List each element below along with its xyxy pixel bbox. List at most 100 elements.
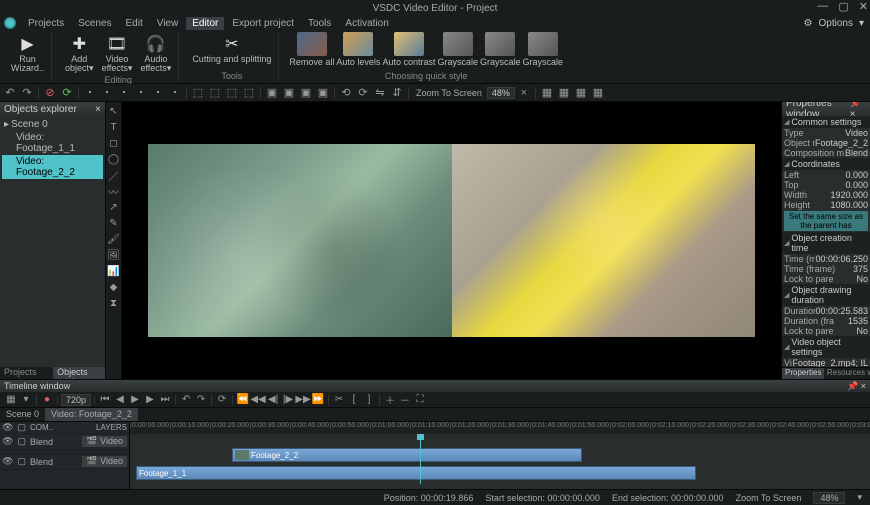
brush-tool-icon[interactable]: 🖌 (106, 232, 121, 246)
cancel-icon[interactable]: ⊘ (42, 86, 58, 100)
circle-tool-icon[interactable]: ◯ (106, 152, 121, 166)
gear-icon[interactable]: ⚙ (804, 18, 813, 29)
zoom-dropdown-icon[interactable]: ▾ (857, 492, 862, 503)
align-top-icon[interactable]: ⬝ (133, 86, 149, 100)
split-tool-icon[interactable]: ✂ (332, 394, 346, 406)
audio-effects-button[interactable]: 🎧 Audio effects▾ (137, 32, 174, 75)
style-auto-contrast[interactable]: Auto contrast (382, 32, 435, 67)
section-common[interactable]: Common settings (782, 116, 870, 128)
align-center-icon[interactable]: ⬝ (99, 86, 115, 100)
style-grayscale-3[interactable]: Grayscale (523, 32, 564, 67)
marker-tool-icon[interactable]: ◆ (106, 280, 121, 294)
goto-start-icon[interactable]: ⏮ (98, 394, 112, 406)
grid-icon[interactable]: ▦ (539, 86, 555, 100)
tool-x-icon[interactable]: ▦ (590, 86, 606, 100)
guides-icon[interactable]: ▦ (556, 86, 572, 100)
zoom-fit-icon[interactable]: ⛶ (413, 394, 427, 406)
chart-tool-icon[interactable]: 📊 (106, 264, 121, 278)
add-object-button[interactable]: ✚ Add object▾ (62, 32, 97, 75)
align-bot-icon[interactable]: ⬝ (167, 86, 183, 100)
menu-editor[interactable]: Editor (186, 17, 224, 30)
play-icon[interactable]: ▶ (128, 394, 142, 406)
zoom-value[interactable]: 48% (487, 87, 515, 99)
style-auto-levels[interactable]: Auto levels (336, 32, 380, 67)
step-fwd-icon[interactable]: ▶ (143, 394, 157, 406)
tl-menu-icon[interactable]: ▾ (19, 394, 33, 406)
clip-footage-1[interactable]: Footage_1_1 (136, 466, 696, 480)
minimize-icon[interactable]: — (817, 0, 828, 13)
snap-icon[interactable]: ▦ (573, 86, 589, 100)
rew-full-icon[interactable]: ⏪ (236, 394, 250, 406)
pen-tool-icon[interactable]: ✎ (106, 216, 121, 230)
zoom-close-icon[interactable]: × (516, 86, 532, 100)
lock-icon[interactable]: ▢ (17, 456, 26, 467)
distrib-h-icon[interactable]: ⬚ (190, 86, 206, 100)
menu-edit[interactable]: Edit (119, 17, 148, 30)
clip-footage-2[interactable]: Footage_2_2 (232, 448, 582, 462)
btn-same-size[interactable]: Set the same size as the parent has (784, 211, 868, 231)
pointer-tool-icon[interactable]: ↖ (106, 104, 121, 118)
menu-export[interactable]: Export project (226, 17, 300, 30)
tl-add-icon[interactable]: ▦ (4, 394, 18, 406)
text-tool-icon[interactable]: T (106, 120, 121, 134)
curve-tool-icon[interactable]: 〰 (106, 184, 121, 198)
forward-icon[interactable]: ▣ (298, 86, 314, 100)
front-icon[interactable]: ▣ (264, 86, 280, 100)
menu-activation[interactable]: Activation (339, 17, 394, 30)
same-width-icon[interactable]: ⬚ (224, 86, 240, 100)
style-grayscale-1[interactable]: Grayscale (437, 32, 478, 67)
loop-icon[interactable]: ⟳ (215, 394, 229, 406)
run-wizard-button[interactable]: ▶ Run Wizard.. (8, 32, 47, 75)
style-grayscale-2[interactable]: Grayscale (480, 32, 521, 67)
track-area[interactable]: 0:00:00.0000:00:10.0000:00:20.0000:00:30… (130, 422, 870, 489)
flip-h-icon[interactable]: ⇋ (372, 86, 388, 100)
line-tool-icon[interactable]: ／ (106, 168, 121, 182)
section-creation[interactable]: Object creation time (782, 232, 870, 254)
redo2-icon[interactable]: ↷ (194, 394, 208, 406)
align-left-icon[interactable]: ⬝ (82, 86, 98, 100)
style-remove-all[interactable]: Remove all (289, 32, 334, 67)
section-drawing[interactable]: Object drawing duration (782, 284, 870, 306)
menu-projects[interactable]: Projects (22, 17, 70, 30)
pin-icon[interactable]: 📌 (847, 381, 858, 391)
explorer-close-icon[interactable]: × (95, 104, 101, 115)
step-back-icon[interactable]: ◀ (113, 394, 127, 406)
time-ruler[interactable]: 0:00:00.0000:00:10.0000:00:20.0000:00:30… (130, 422, 870, 434)
next-frame-icon[interactable]: |▶ (281, 394, 295, 406)
status-zoom-value[interactable]: 48% (813, 492, 845, 504)
arrow-tool-icon[interactable]: ↗ (106, 200, 121, 214)
section-coords[interactable]: Coordinates (782, 158, 870, 170)
flip-v-icon[interactable]: ⇵ (389, 86, 405, 100)
backward-icon[interactable]: ▣ (315, 86, 331, 100)
lock-icon[interactable]: ▢ (17, 436, 26, 447)
tree-scene[interactable]: ▸ Scene 0 (2, 118, 103, 131)
mark-out-icon[interactable]: ] (362, 394, 376, 406)
align-right-icon[interactable]: ⬝ (116, 86, 132, 100)
undo2-icon[interactable]: ↶ (179, 394, 193, 406)
tab-resources[interactable]: Resources win... (824, 368, 870, 379)
maximize-icon[interactable]: ▢ (838, 0, 848, 13)
eye-icon[interactable]: 👁 (2, 422, 13, 433)
fwd-icon[interactable]: ▶▶ (296, 394, 310, 406)
refresh-icon[interactable]: ⟳ (59, 86, 75, 100)
counter-tool-icon[interactable]: ⧗ (106, 296, 121, 310)
menu-tools[interactable]: Tools (302, 17, 337, 30)
tab-scene-0[interactable]: Scene 0 (0, 408, 45, 421)
prev-frame-icon[interactable]: ◀| (266, 394, 280, 406)
resolution-select[interactable]: 720p (61, 394, 91, 406)
preview-canvas[interactable] (122, 102, 781, 379)
menu-scenes[interactable]: Scenes (72, 17, 117, 30)
close-icon[interactable]: ✕ (859, 0, 868, 13)
same-height-icon[interactable]: ⬚ (241, 86, 257, 100)
redo-icon[interactable]: ↷ (19, 86, 35, 100)
tree-item-selected[interactable]: Video: Footage_2_2 (2, 155, 103, 179)
menu-view[interactable]: View (151, 17, 185, 30)
tab-projects-explorer[interactable]: Projects explorer (0, 367, 53, 379)
tab-objects-explorer[interactable]: Objects explorer (53, 367, 105, 379)
chevron-down-icon[interactable]: ▾ (859, 18, 864, 29)
mark-in-icon[interactable]: [ (347, 394, 361, 406)
tree-item[interactable]: Video: Footage_1_1 (2, 131, 103, 155)
eye-icon[interactable]: 👁 (2, 456, 13, 467)
undo-icon[interactable]: ↶ (2, 86, 18, 100)
tab-properties[interactable]: Properties wi... (782, 368, 824, 379)
